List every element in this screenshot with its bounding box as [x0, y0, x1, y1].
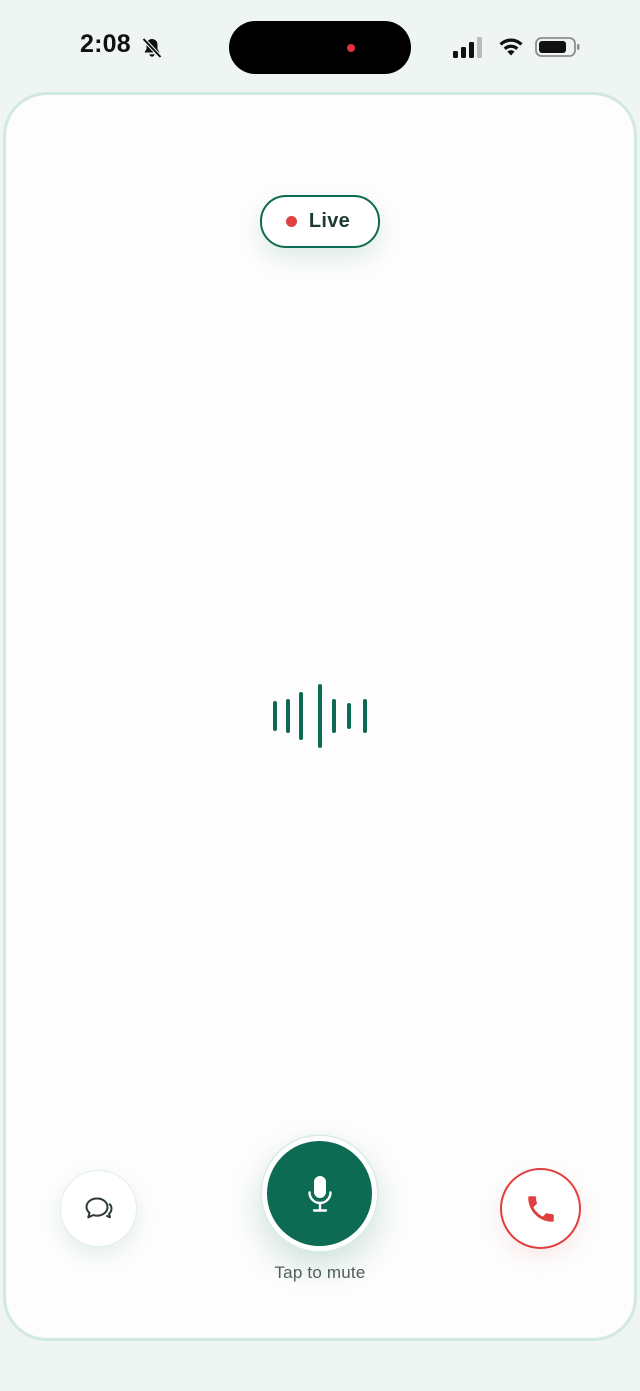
- microphone-icon: [307, 1175, 332, 1212]
- bell-slash-icon: [142, 37, 162, 59]
- phone-icon: [527, 1195, 554, 1222]
- live-dot: [285, 216, 297, 227]
- status-bar: 2:08: [0, 0, 640, 92]
- recording-indicator-dot: [347, 44, 355, 52]
- wifi-icon: [499, 38, 523, 56]
- mute-hint: Tap to mute: [274, 1263, 366, 1282]
- chat-bubbles-icon: [85, 1197, 112, 1218]
- battery-icon: [535, 37, 580, 57]
- status-time: 2:08: [80, 30, 131, 58]
- signal-icon: [453, 37, 482, 58]
- dynamic-island: [229, 21, 411, 74]
- end-call-button[interactable]: [500, 1168, 581, 1249]
- live-badge: Live: [260, 195, 380, 248]
- live-label: Live: [308, 210, 351, 232]
- waveform-icon: [273, 684, 367, 748]
- chat-button[interactable]: [60, 1170, 137, 1247]
- mic-mute-button[interactable]: [262, 1136, 377, 1251]
